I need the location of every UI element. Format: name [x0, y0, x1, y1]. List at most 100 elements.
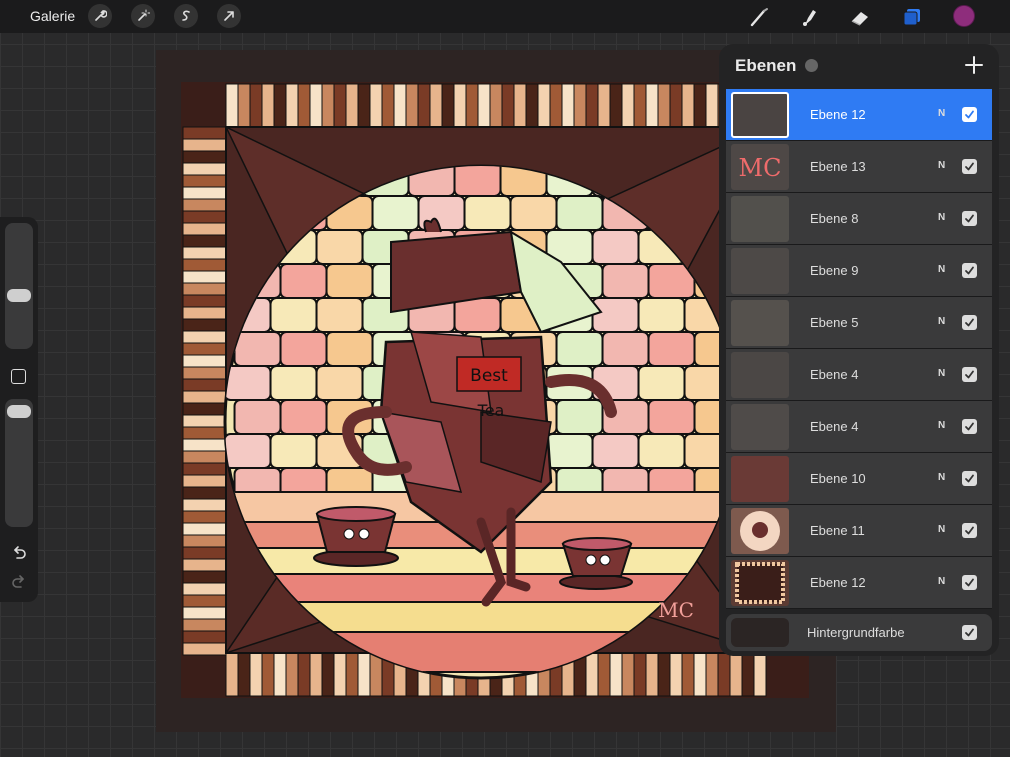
brush-size-thumb[interactable] — [7, 289, 31, 302]
top-toolbar: Galerie — [0, 0, 1010, 33]
selection-icon[interactable] — [174, 4, 198, 28]
checkmark-icon — [965, 110, 974, 119]
layer-thumbnail — [731, 352, 789, 398]
gallery-button[interactable]: Galerie — [30, 8, 75, 24]
brush-icon[interactable] — [746, 4, 772, 30]
sign-text-best: Best — [470, 366, 508, 386]
layer-row[interactable]: Ebene 8 N — [726, 193, 992, 245]
layer-name: Ebene 11 — [810, 523, 865, 538]
background-color-layer[interactable]: Hintergrundfarbe — [726, 614, 992, 651]
layers-panel-title: Ebenen — [735, 56, 797, 75]
left-sidebar — [0, 217, 38, 602]
layer-row[interactable]: Ebene 4 N — [726, 349, 992, 401]
layer-thumbnail — [731, 456, 789, 502]
layer-visibility-checkbox[interactable] — [962, 263, 977, 278]
layer-row[interactable]: MC Ebene 13 N — [726, 141, 992, 193]
blend-mode-button[interactable]: N — [938, 576, 945, 587]
layer-row[interactable]: Ebene 11 N — [726, 505, 992, 557]
border-thumb-icon — [735, 562, 785, 604]
layer-thumbnail — [731, 248, 789, 294]
layer-name: Ebene 4 — [810, 419, 859, 434]
color-picker-button[interactable] — [953, 5, 975, 27]
add-layer-button[interactable] — [963, 54, 985, 76]
layer-name: Ebene 9 — [810, 263, 859, 278]
plus-icon — [965, 56, 983, 74]
layer-name: Ebene 12 — [810, 575, 866, 590]
checkmark-icon — [965, 578, 974, 587]
blend-mode-button[interactable]: N — [938, 264, 945, 275]
layer-thumbnail: MC — [731, 144, 789, 190]
drawing-canvas[interactable]: Best Tea MC — [181, 82, 809, 698]
checkmark-icon — [965, 318, 974, 327]
transform-arrow-icon[interactable] — [217, 4, 241, 28]
blend-mode-button[interactable]: N — [938, 108, 945, 119]
layer-list: Ebene 12 N MC Ebene 13 N Ebene 8 N Ebene 9 N Eben… — [726, 89, 992, 609]
monogram-thumb-icon: MC — [739, 154, 782, 182]
checkmark-icon — [965, 162, 974, 171]
blend-mode-button[interactable]: N — [938, 472, 945, 483]
wrench-icon[interactable] — [88, 4, 112, 28]
layer-row[interactable]: Ebene 12 N — [726, 89, 992, 141]
checkmark-icon — [965, 266, 974, 275]
checkmark-icon — [965, 628, 974, 637]
monogram-text: MC — [658, 598, 694, 622]
layer-row[interactable]: Ebene 9 N — [726, 245, 992, 297]
blend-mode-button[interactable]: N — [938, 368, 945, 379]
background-swatch — [731, 618, 789, 647]
undo-icon[interactable] — [10, 544, 28, 562]
layer-thumbnail — [731, 404, 789, 450]
checkmark-icon — [965, 474, 974, 483]
checkmark-icon — [965, 526, 974, 535]
svg-text:MC: MC — [739, 154, 782, 182]
layers-panel: Ebenen Ebene 12 N MC Ebene 13 N Ebene 8 N Ebene… — [719, 44, 999, 656]
layer-thumbnail — [731, 560, 789, 606]
layer-visibility-checkbox[interactable] — [962, 523, 977, 538]
layers-icon[interactable] — [899, 4, 925, 30]
layer-name: Ebene 12 — [810, 107, 866, 122]
layer-thumbnail — [731, 92, 789, 138]
blend-mode-button[interactable]: N — [938, 212, 945, 223]
circle-thumb-icon — [740, 511, 780, 551]
opacity-slider[interactable] — [5, 399, 33, 527]
background-layer-label: Hintergrundfarbe — [807, 625, 905, 640]
layer-row[interactable]: Ebene 10 N — [726, 453, 992, 505]
layer-row[interactable]: Ebene 5 N — [726, 297, 992, 349]
layer-thumbnail — [731, 300, 789, 346]
smudge-icon[interactable] — [796, 4, 822, 30]
layer-name: Ebene 10 — [810, 471, 866, 486]
redo-icon[interactable] — [10, 573, 28, 591]
layer-visibility-checkbox[interactable] — [962, 419, 977, 434]
blend-mode-button[interactable]: N — [938, 420, 945, 431]
layer-visibility-checkbox[interactable] — [962, 367, 977, 382]
layer-row[interactable]: Ebene 4 N — [726, 401, 992, 453]
brush-size-slider[interactable] — [5, 223, 33, 349]
blend-mode-button[interactable]: N — [938, 524, 945, 535]
sign-text-tea: Tea — [477, 401, 505, 420]
layer-thumbnail — [731, 508, 789, 554]
checkmark-icon — [965, 422, 974, 431]
background-visibility-checkbox[interactable] — [962, 625, 977, 640]
left-teacup — [313, 506, 399, 567]
layer-visibility-checkbox[interactable] — [962, 471, 977, 486]
layers-options-icon[interactable] — [805, 59, 818, 72]
layer-name: Ebene 8 — [810, 211, 859, 226]
modify-button[interactable] — [11, 369, 26, 384]
checkmark-icon — [965, 370, 974, 379]
blend-mode-button[interactable]: N — [938, 160, 945, 171]
layer-name: Ebene 5 — [810, 315, 859, 330]
layer-visibility-checkbox[interactable] — [962, 159, 977, 174]
layer-visibility-checkbox[interactable] — [962, 107, 977, 122]
layer-row[interactable]: Ebene 12 N — [726, 557, 992, 609]
layer-visibility-checkbox[interactable] — [962, 575, 977, 590]
blend-mode-button[interactable]: N — [938, 316, 945, 327]
right-teacup — [559, 537, 633, 590]
opacity-thumb[interactable] — [7, 405, 31, 418]
checkmark-icon — [965, 214, 974, 223]
layer-name: Ebene 13 — [810, 159, 866, 174]
layer-visibility-checkbox[interactable] — [962, 211, 977, 226]
layer-thumbnail — [731, 196, 789, 242]
layer-visibility-checkbox[interactable] — [962, 315, 977, 330]
eraser-icon[interactable] — [847, 4, 873, 30]
magic-wand-icon[interactable] — [131, 4, 155, 28]
layer-name: Ebene 4 — [810, 367, 859, 382]
